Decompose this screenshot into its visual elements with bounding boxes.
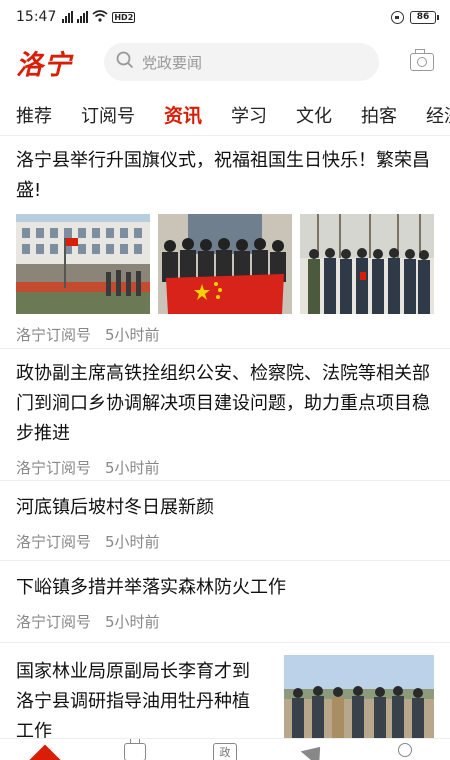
tab-study[interactable]: 学习 (215, 102, 280, 128)
app-header: 洛宁 党政要闻 (0, 34, 450, 90)
status-icons: HD2 (62, 9, 136, 25)
signal-icon (62, 11, 74, 23)
zheng-icon: 政 (213, 743, 237, 760)
news-item[interactable]: 河底镇后坡村冬日展新颜 洛宁订阅号 5小时前 (0, 481, 450, 561)
nav-profile[interactable] (385, 739, 425, 760)
search-bar[interactable]: 党政要闻 (104, 43, 379, 81)
battery-icon: 86 (410, 10, 439, 24)
status-bar: 15:47 HD2 86 (0, 0, 450, 34)
news-item[interactable]: 政协副主席高铁拴组织公安、检察院、法院等相关部门到涧口乡协调解决项目建设问题，助… (0, 349, 450, 481)
news-source: 洛宁订阅号 (16, 613, 92, 631)
camera-icon[interactable] (410, 49, 434, 71)
news-item[interactable]: 下峪镇多措并举落实森林防火工作 洛宁订阅号 5小时前 (0, 561, 450, 643)
news-item[interactable]: 洛宁县举行升国旗仪式，祝福祖国生日快乐！繁荣昌盛! 洛宁订阅号 5小时前 (0, 136, 450, 349)
nav-send[interactable] (295, 739, 335, 760)
tv-icon (124, 743, 146, 760)
category-tabs: 推荐 订阅号 资讯 学习 文化 拍客 经济 (0, 94, 450, 136)
tab-culture[interactable]: 文化 (280, 102, 345, 128)
news-image[interactable] (300, 214, 434, 314)
nav-government[interactable]: 政 (205, 739, 245, 760)
network-badge: HD2 (112, 11, 136, 23)
wifi-icon (92, 9, 108, 25)
tab-news[interactable]: 资讯 (148, 101, 215, 128)
news-title[interactable]: 洛宁县举行升国旗仪式，祝福祖国生日快乐！繁荣昌盛! (16, 146, 434, 206)
search-icon (116, 51, 134, 73)
tab-photographer[interactable]: 拍客 (345, 102, 410, 128)
news-source: 洛宁订阅号 (16, 459, 92, 477)
news-title[interactable]: 河底镇后坡村冬日展新颜 (16, 493, 434, 523)
news-time: 5小时前 (105, 613, 160, 631)
news-time: 5小时前 (105, 459, 160, 477)
news-image[interactable] (16, 214, 150, 314)
news-source: 洛宁订阅号 (16, 533, 92, 551)
send-icon (300, 739, 330, 760)
news-feed: 洛宁县举行升国旗仪式，祝福祖国生日快乐！繁荣昌盛! 洛宁订阅号 5小时前 政协副… (0, 136, 450, 745)
news-meta: 洛宁订阅号 5小时前 (16, 324, 434, 345)
news-item[interactable]: 国家林业局原副局长李育才到洛宁县调研指导油用牡丹种植工作 (0, 643, 450, 745)
nav-tv[interactable] (115, 739, 155, 760)
signal-icon-2 (77, 11, 89, 23)
news-image[interactable] (284, 655, 434, 745)
status-time: 15:47 (16, 9, 57, 25)
tab-recommend[interactable]: 推荐 (0, 102, 65, 128)
news-time: 5小时前 (105, 533, 160, 551)
nav-home[interactable] (25, 739, 65, 760)
tab-economy[interactable]: 经济 (410, 102, 450, 128)
home-icon (29, 744, 61, 760)
news-thumbnails (16, 214, 434, 314)
search-placeholder[interactable]: 党政要闻 (142, 52, 202, 73)
news-meta: 洛宁订阅号 5小时前 (16, 457, 434, 478)
user-icon (398, 743, 412, 757)
bottom-nav: 政 (0, 738, 450, 760)
app-logo[interactable]: 洛宁 (16, 43, 104, 82)
news-source: 洛宁订阅号 (16, 326, 92, 344)
news-time: 5小时前 (105, 326, 160, 344)
news-title[interactable]: 国家林业局原副局长李育才到洛宁县调研指导油用牡丹种植工作 (16, 657, 266, 742)
tab-subscriptions[interactable]: 订阅号 (65, 102, 148, 128)
news-title[interactable]: 政协副主席高铁拴组织公安、检察院、法院等相关部门到涧口乡协调解决项目建设问题，助… (16, 359, 434, 449)
news-meta: 洛宁订阅号 5小时前 (16, 531, 434, 552)
lock-icon (391, 10, 404, 24)
news-title[interactable]: 下峪镇多措并举落实森林防火工作 (16, 573, 434, 603)
news-image[interactable] (158, 214, 292, 314)
news-meta: 洛宁订阅号 5小时前 (16, 611, 434, 632)
